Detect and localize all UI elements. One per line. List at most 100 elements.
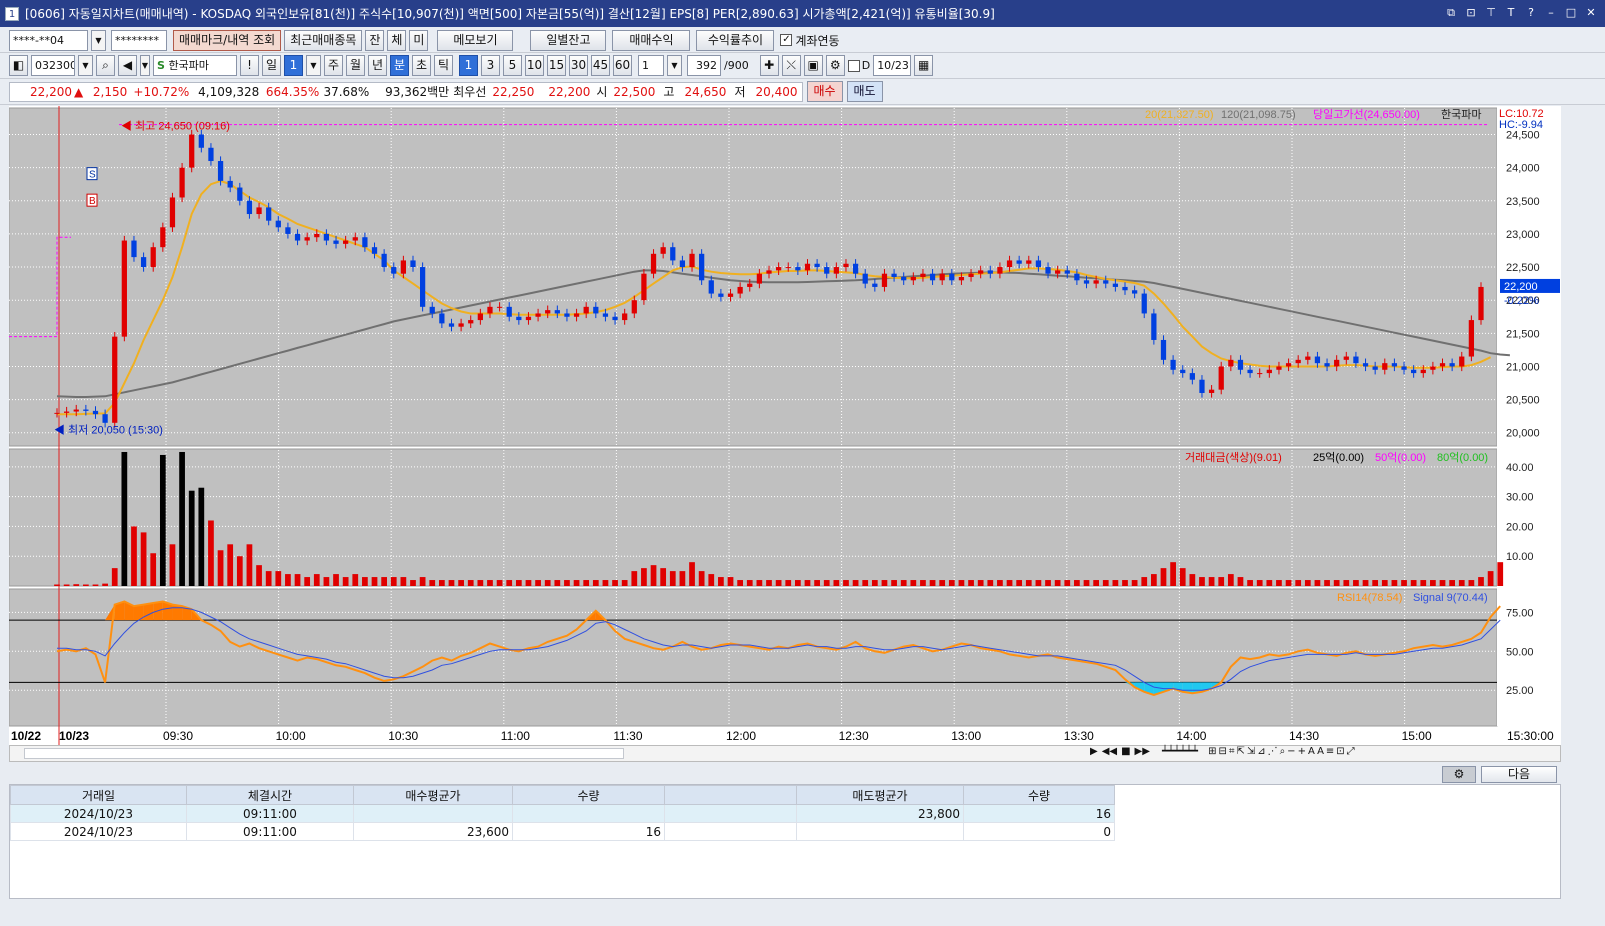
trade-profit-button[interactable]: 매매수익 <box>612 29 691 51</box>
sell-button[interactable]: 매도 <box>846 81 883 102</box>
scroll-right-icon[interactable]: ▶ <box>1090 746 1098 757</box>
layout-icon[interactable]: ◧ <box>9 55 28 76</box>
chart-area[interactable]: 10/22 10/23 09:30 10:00 10:30 11:00 11:30 12:00… <box>9 106 1561 761</box>
account-link-checkbox[interactable]: ✓ 계좌연동 <box>780 32 840 49</box>
interval-10-button[interactable]: 10 <box>525 55 544 76</box>
volume-bar <box>1160 568 1167 586</box>
interval-15-button[interactable]: 15 <box>547 55 566 76</box>
rewind-icon[interactable]: ◀◀ <box>1102 746 1117 757</box>
volume-bar <box>400 577 407 586</box>
account-dropdown-icon[interactable]: ▼ <box>91 29 106 51</box>
minimize-icon[interactable]: – <box>1543 5 1559 21</box>
period-year-button[interactable]: 년 <box>368 55 387 76</box>
price-tick-label: 21,500 <box>1506 328 1540 340</box>
text-icon[interactable]: T <box>1503 5 1519 21</box>
help-icon[interactable]: ? <box>1523 5 1539 21</box>
pin-icon[interactable]: ⊤ <box>1483 5 1499 21</box>
col-sell-qty[interactable]: 수량 <box>963 785 1115 805</box>
link-icon[interactable]: ⊡ <box>1463 5 1479 21</box>
table-settings-gear-icon[interactable]: ⚙ <box>1442 766 1476 783</box>
indicator-icon[interactable]: ⤬ <box>781 55 801 76</box>
crosshair-icon[interactable]: ✚ <box>759 55 779 76</box>
table-row[interactable]: 2024/10/23 09:11:00 23,800 16 <box>10 804 1115 823</box>
volume-bar <box>1189 574 1196 586</box>
checkbox-unchecked-icon[interactable] <box>847 59 860 72</box>
code-dropdown-icon[interactable]: ▼ <box>78 55 93 76</box>
buy-button[interactable]: 매수 <box>806 81 843 102</box>
next-button[interactable]: 다음 <box>1481 766 1557 783</box>
maximize-icon[interactable]: □ <box>1563 5 1579 21</box>
d-checkbox[interactable]: D <box>847 59 870 72</box>
calendar-icon[interactable]: ▦ <box>914 55 934 76</box>
interval-45-button[interactable]: 45 <box>591 55 610 76</box>
stock-name-field[interactable]: S 한국파마 <box>153 55 237 76</box>
candle-body <box>256 207 262 215</box>
interval-1-button[interactable]: 1 <box>459 55 478 76</box>
table-row[interactable]: 2024/10/23 09:11:00 23,600 16 0 <box>10 822 1115 841</box>
restore-layout-icon[interactable]: ⧉ <box>1443 5 1459 21</box>
stock-code-input[interactable]: 032300 <box>31 55 75 76</box>
account-input[interactable]: ****-**04 <box>9 29 88 51</box>
close-icon[interactable]: ✕ <box>1583 5 1599 21</box>
col-buy-avg[interactable]: 매수평균가 <box>353 785 513 805</box>
balance-button[interactable]: 잔 <box>365 29 385 51</box>
count-input[interactable]: 392 <box>687 55 721 76</box>
volume-bar <box>1401 580 1407 586</box>
tool-icons[interactable]: ⊞⊟⌗⇱⇲⊿⋰⌕−+AA≡⊡⤢ <box>1208 746 1357 757</box>
checkbox-checked-icon[interactable]: ✓ <box>780 34 793 46</box>
period-month-button[interactable]: 월 <box>346 55 365 76</box>
fast-forward-icon[interactable]: ▶▶ <box>1135 746 1150 757</box>
executed-button[interactable]: 체 <box>387 29 407 51</box>
period-week-button[interactable]: 주 <box>324 55 343 76</box>
memo-button[interactable]: 메모보기 <box>437 29 514 51</box>
candle-body <box>352 237 358 241</box>
zoom-ruler-icon[interactable]: ┷┷┷┷┷┷ <box>1162 746 1198 757</box>
daily-balance-button[interactable]: 일별잔고 <box>530 29 607 51</box>
interval-5-button[interactable]: 5 <box>503 55 522 76</box>
interval-30-button[interactable]: 30 <box>569 55 588 76</box>
candle-body <box>304 237 310 241</box>
scroll-thumb[interactable] <box>24 748 624 759</box>
volume-bar <box>265 571 272 586</box>
candle-body <box>1045 267 1051 274</box>
password-input[interactable]: ******** <box>111 29 167 51</box>
volume-bar <box>140 532 147 586</box>
candle-body <box>843 263 849 268</box>
interval-60-button[interactable]: 60 <box>613 55 632 76</box>
period-minute-button[interactable]: 분 <box>390 55 409 76</box>
period-dropdown-icon[interactable]: ▼ <box>306 55 321 76</box>
speaker-dropdown-icon[interactable]: ▼ <box>140 55 150 76</box>
candle-body <box>439 313 445 324</box>
interval-input[interactable]: 1 <box>638 55 664 76</box>
period-second-button[interactable]: 초 <box>412 55 431 76</box>
col-trade-date[interactable]: 거래일 <box>10 785 187 805</box>
candle-body <box>978 270 984 274</box>
alert-button[interactable]: ! <box>240 55 259 76</box>
settings-gear-icon[interactable]: ⚙ <box>825 55 845 76</box>
col-buy-qty[interactable]: 수량 <box>512 785 665 805</box>
recent-stocks-button[interactable]: 최근매매종목 <box>284 29 363 51</box>
col-exec-time[interactable]: 체결시간 <box>186 785 354 805</box>
interval-3-button[interactable]: 3 <box>481 55 500 76</box>
speaker-icon[interactable]: ◀ <box>118 55 137 76</box>
period-day-button[interactable]: 일 <box>262 55 281 76</box>
chart-svg[interactable]: 10/22 10/23 09:30 10:00 10:30 11:00 11:30 12:00… <box>9 106 1561 761</box>
candle-body <box>1285 363 1292 367</box>
chart-scrollbar[interactable]: ▶ ◀◀ ■ ▶▶ ┷┷┷┷┷┷ ⊞⊟⌗⇱⇲⊿⋰⌕−+AA≡⊡⤢ <box>9 745 1561 762</box>
trade-mark-button[interactable]: 매매마크/내역 조회 <box>173 29 282 51</box>
period-num-field[interactable]: 1 <box>284 55 303 76</box>
best-quote-label: 최우선 <box>453 85 487 99</box>
unexecuted-button[interactable]: 미 <box>409 29 429 51</box>
date-input[interactable]: 10/23 <box>873 55 912 76</box>
interval-dropdown-icon[interactable]: ▼ <box>667 55 682 76</box>
save-icon[interactable]: ▣ <box>803 55 823 76</box>
period-tick-button[interactable]: 틱 <box>434 55 453 76</box>
search-icon[interactable]: ⌕ <box>96 55 115 76</box>
price-tick-label: 24,500 <box>1506 130 1540 142</box>
candle-body <box>1391 363 1398 367</box>
stop-icon[interactable]: ■ <box>1121 746 1130 757</box>
volume-bar <box>727 577 734 586</box>
yield-trend-button[interactable]: 수익률추이 <box>696 29 775 51</box>
volume-bar <box>54 584 60 586</box>
col-sell-avg[interactable]: 매도평균가 <box>796 785 964 805</box>
